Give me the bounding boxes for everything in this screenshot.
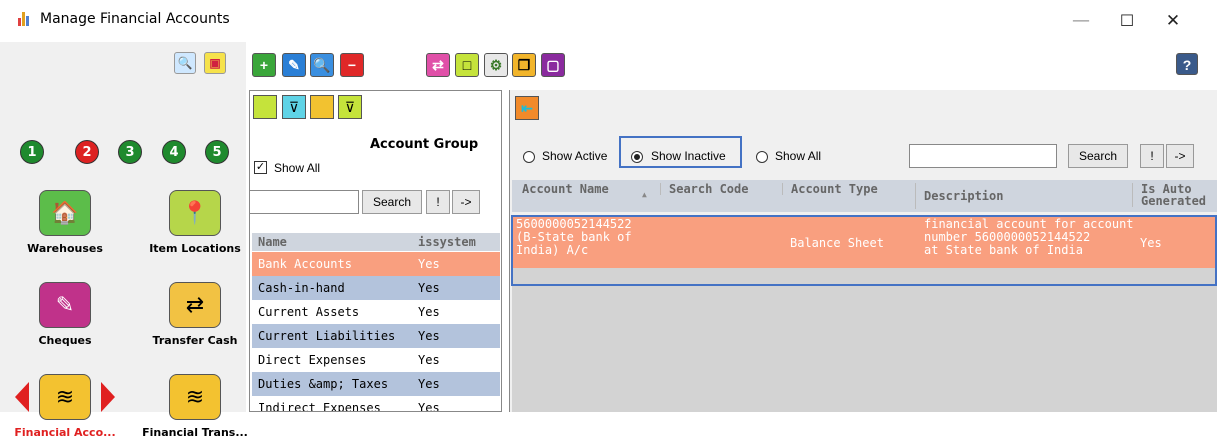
column-name[interactable]: Name: [258, 235, 287, 249]
tile-label: Financial Acco...: [14, 426, 116, 439]
financial-accounts-icon: ≋: [39, 374, 91, 420]
window-title: Manage Financial Accounts: [40, 11, 230, 27]
sort-asc-icon: ▲: [642, 190, 647, 199]
list-view-icon[interactable]: [253, 95, 277, 119]
column-account-name[interactable]: Account Name: [522, 183, 642, 195]
show-all-checkbox[interactable]: ✓: [254, 161, 267, 174]
group-search-input[interactable]: [250, 190, 359, 214]
group-next-button[interactable]: ->: [452, 190, 480, 214]
table-row[interactable]: Bank Accounts Yes: [252, 252, 500, 276]
table-row[interactable]: Cash-in-hand Yes: [252, 276, 500, 300]
accounts-grid-header: Account Name ▲ Search Code Account Type …: [512, 180, 1217, 212]
delete-icon[interactable]: −: [340, 53, 364, 77]
tile-item-locations[interactable]: 📍 Item Locations: [140, 190, 250, 255]
tree-view-icon[interactable]: [310, 95, 334, 119]
tile-warehouses[interactable]: 🏠 Warehouses: [10, 190, 120, 255]
tile-label: Financial Trans...: [142, 426, 248, 439]
account-search-button[interactable]: Search: [1068, 144, 1128, 168]
tile-financial-transactions[interactable]: ≋ Financial Trans...: [140, 374, 250, 439]
tile-transfer-cash[interactable]: ⇄ Transfer Cash: [140, 282, 250, 347]
group-search-button[interactable]: Search: [362, 190, 422, 214]
tile-financial-accounts[interactable]: ≋ Financial Acco...: [10, 374, 120, 439]
column-search-code[interactable]: Search Code: [660, 183, 750, 195]
show-all-radio[interactable]: [756, 151, 768, 163]
account-clear-button[interactable]: !: [1140, 144, 1164, 168]
column-description[interactable]: Description: [915, 183, 1125, 209]
back-arrow-icon[interactable]: ⇤: [515, 96, 539, 120]
filter-icon[interactable]: ⊽: [282, 95, 306, 119]
account-group-panel: ⊽ ⊽ Account Group ✓ Show All Search ! ->…: [249, 90, 502, 412]
maximize-button[interactable]: ☐: [1104, 6, 1150, 36]
show-inactive-radio[interactable]: [631, 151, 643, 163]
account-search-input[interactable]: [909, 144, 1057, 168]
show-active-label[interactable]: Show Active: [542, 149, 607, 163]
location-pin-icon: 📍: [169, 190, 221, 236]
column-account-type[interactable]: Account Type: [782, 183, 882, 195]
show-active-radio[interactable]: [523, 151, 535, 163]
account-next-button[interactable]: ->: [1166, 144, 1194, 168]
column-issystem[interactable]: issystem: [418, 235, 476, 249]
page-button-3[interactable]: 3: [118, 140, 142, 164]
page-button-5[interactable]: 5: [205, 140, 229, 164]
advanced-filter-icon[interactable]: ⊽: [338, 95, 362, 119]
highlight-box-row: [511, 215, 1217, 286]
edit-icon[interactable]: ✎: [282, 53, 306, 77]
search-icon[interactable]: 🔍: [174, 52, 196, 74]
transfer-cash-icon: ⇄: [169, 282, 221, 328]
app-icon: [18, 12, 32, 26]
group-grid-header: Name issystem: [252, 233, 500, 251]
prev-arrow-icon[interactable]: [15, 382, 29, 412]
tile-label: Cheques: [38, 334, 92, 347]
show-all-label: Show All: [274, 161, 321, 175]
group-clear-button[interactable]: !: [426, 190, 450, 214]
add-icon[interactable]: +: [252, 53, 276, 77]
table-row[interactable]: Duties &amp; Taxes Yes: [252, 372, 500, 396]
tile-label: Transfer Cash: [152, 334, 238, 347]
title-bar: Manage Financial Accounts — ☐ ✕: [0, 0, 1217, 42]
cheque-icon: ✎: [39, 282, 91, 328]
settings-icon[interactable]: ⚙: [484, 53, 508, 77]
accounts-panel: ⇤ Show Active Show Inactive Show All Sea…: [509, 90, 1217, 412]
table-row[interactable]: Indirect Expenses Yes: [252, 396, 500, 411]
financial-transactions-icon: ≋: [169, 374, 221, 420]
table-row[interactable]: Current Assets Yes: [252, 300, 500, 324]
new-document-icon[interactable]: □: [455, 53, 479, 77]
tile-label: Item Locations: [149, 242, 241, 255]
windows-icon[interactable]: ▣: [204, 52, 226, 74]
next-arrow-icon[interactable]: [101, 382, 115, 412]
minimize-button[interactable]: —: [1058, 6, 1104, 36]
tile-label: Warehouses: [27, 242, 103, 255]
copy-icon[interactable]: ❐: [512, 53, 536, 77]
page-button-2[interactable]: 2: [75, 140, 99, 164]
document-icon[interactable]: ▢: [541, 53, 565, 77]
left-navigation-panel: 🔍 ▣ 1 2 3 4 5 🏠 Warehouses 📍 Item Locati…: [0, 42, 248, 439]
close-button[interactable]: ✕: [1150, 6, 1196, 36]
transfer-icon[interactable]: ⇄: [426, 53, 450, 77]
account-group-title: Account Group: [370, 137, 479, 152]
warehouse-icon: 🏠: [39, 190, 91, 236]
column-is-auto-generated[interactable]: Is Auto Generated: [1132, 183, 1217, 207]
search-records-icon[interactable]: 🔍: [310, 53, 334, 77]
page-button-4[interactable]: 4: [162, 140, 186, 164]
show-inactive-label[interactable]: Show Inactive: [651, 149, 726, 163]
grid-empty-area: [512, 268, 1217, 412]
show-all-label[interactable]: Show All: [775, 149, 821, 163]
table-row[interactable]: Direct Expenses Yes: [252, 348, 500, 372]
tile-cheques[interactable]: ✎ Cheques: [10, 282, 120, 347]
help-icon[interactable]: ?: [1176, 53, 1198, 75]
page-button-1[interactable]: 1: [20, 140, 44, 164]
table-row[interactable]: Current Liabilities Yes: [252, 324, 500, 348]
